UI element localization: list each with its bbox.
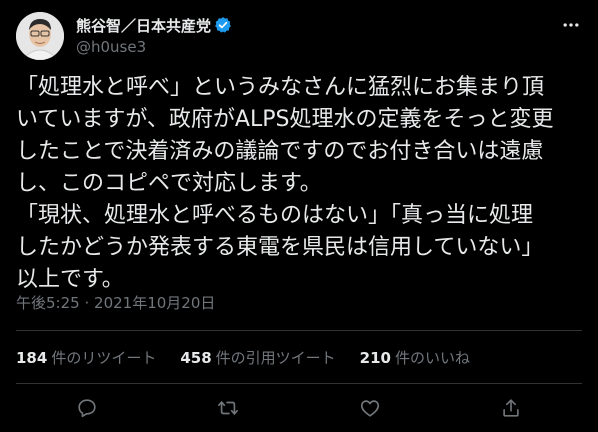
tweet-header: 熊谷智／日本共産党 @h0use3	[16, 12, 582, 60]
tweet-date: 2021年10月20日	[94, 294, 216, 312]
tweet-text-line: したことで決着済みの議論ですのでお付き合いは遠慮	[16, 139, 544, 164]
like-icon[interactable]	[354, 392, 386, 424]
timestamp-separator: ·	[84, 294, 90, 312]
retweets-stat[interactable]: 184 件のリツイート	[16, 347, 156, 368]
tweet-stats: 184 件のリツイート 458 件の引用ツイート 210 件のいいね	[16, 340, 494, 374]
tweet-text-line: 「処理水と呼べ」というみなさんに猛烈にお集まり頂	[16, 75, 545, 100]
tweet: 熊谷智／日本共産党 @h0use3 「処理水と呼べ」というみなさんに猛烈にお集ま…	[0, 0, 598, 432]
divider	[16, 330, 582, 331]
share-icon[interactable]	[495, 392, 527, 424]
tweet-text-line: したかどうか発表する東電を県民は信用していない」	[16, 235, 544, 260]
reply-icon[interactable]	[71, 392, 103, 424]
tweet-text-line: し、このコピペで対応します。	[16, 171, 322, 196]
avatar[interactable]	[16, 12, 64, 60]
more-icon[interactable]	[560, 14, 582, 36]
quotes-stat[interactable]: 458 件の引用ツイート	[180, 347, 335, 368]
quotes-label: 件の引用ツイート	[215, 348, 336, 367]
user-names: 熊谷智／日本共産党 @h0use3	[76, 14, 232, 58]
verified-badge-icon	[214, 16, 232, 34]
retweets-count: 184	[16, 348, 48, 367]
likes-stat[interactable]: 210 件のいいね	[360, 347, 470, 368]
tweet-actions	[16, 392, 582, 424]
likes-count: 210	[359, 348, 391, 367]
user-handle[interactable]: @h0use3	[76, 38, 232, 58]
divider	[16, 383, 582, 384]
tweet-time: 午後5:25	[16, 294, 80, 312]
quotes-count: 458	[180, 348, 212, 367]
tweet-timestamp[interactable]: 午後5:25 · 2021年10月20日	[16, 292, 215, 313]
tweet-text-line: いていますが、政府がALPS処理水の定義をそっと変更	[16, 107, 554, 132]
display-name[interactable]: 熊谷智／日本共産党	[76, 15, 211, 36]
tweet-text: 「処理水と呼べ」というみなさんに猛烈にお集まり頂 いていますが、政府がALPS処…	[16, 72, 584, 296]
tweet-text-line: 「現状、処理水と呼べるものはない」「真っ当に処理	[16, 203, 534, 228]
retweets-label: 件のリツイート	[51, 348, 157, 367]
display-name-row: 熊谷智／日本共産党	[76, 14, 232, 36]
retweet-icon[interactable]	[212, 392, 244, 424]
likes-label: 件のいいね	[394, 348, 470, 367]
